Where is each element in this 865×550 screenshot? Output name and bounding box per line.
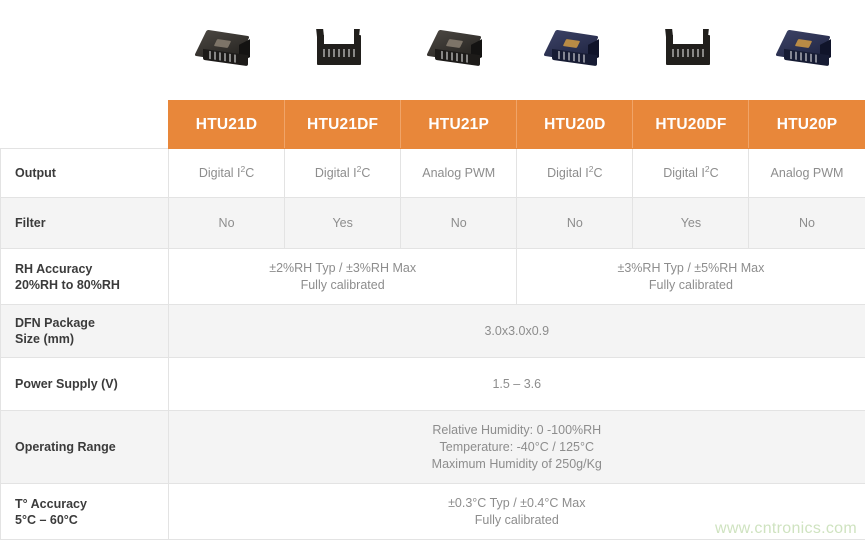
table-row-operating-range: Operating Range Relative Humidity: 0 -10…: [0, 410, 865, 484]
cell-text: Digital I2C: [198, 163, 255, 180]
cell-text: Analog PWM: [770, 165, 844, 180]
row-label-temperature-accuracy: T° Accuracy 5°C – 60°C: [0, 483, 169, 540]
table-row-filter: Filter No Yes No No Yes No: [0, 197, 865, 249]
product-image-htu20p: [749, 0, 865, 100]
column-header-htu20d: HTU20D: [516, 100, 634, 149]
column-header-htu21d: HTU21D: [167, 100, 286, 149]
cell-text: Analog PWM: [422, 165, 496, 180]
row-label-line1: T° Accuracy: [15, 496, 87, 511]
row-label-line2: 20%RH to 80%RH: [15, 277, 120, 292]
cell-output-htu20d: Digital I2C: [516, 148, 634, 198]
row-label-line1: DFN Package: [15, 316, 95, 330]
table-row-temperature-accuracy: T° Accuracy 5°C – 60°C ±0.3°C Typ / ±0.4…: [0, 483, 865, 540]
cell-rh-accuracy-htu21-group: ±2%RH Typ / ±3%RH Max Fully calibrated: [167, 248, 518, 305]
table-row-rh-accuracy: RH Accuracy 20%RH to 80%RH ±2%RH Typ / ±…: [0, 248, 865, 305]
cell-filter-htu21d: No: [167, 197, 286, 249]
sensor-package-filter-icon: [311, 25, 373, 75]
cell-output-htu20df: Digital I2C: [632, 148, 750, 198]
sensor-package-icon: [194, 25, 257, 75]
row-label-filter: Filter: [0, 197, 169, 249]
row-label-power-supply: Power Supply (V): [0, 357, 169, 411]
cell-dfn-package-all: 3.0x3.0x0.9: [168, 304, 865, 358]
row-label-line2: Size (mm): [15, 332, 75, 346]
cell-filter-htu20p: No: [748, 197, 865, 249]
cell-line2: Fully calibrated: [474, 512, 559, 527]
cell-text: Digital I2C: [314, 163, 371, 180]
row-label-output: Output: [0, 148, 169, 198]
specification-comparison-table: HTU21D HTU21DF HTU21P HTU20D HTU20DF HTU…: [0, 100, 865, 540]
header-row: HTU21D HTU21DF HTU21P HTU20D HTU20DF HTU…: [1, 100, 865, 149]
cell-line1: ±2%RH Typ / ±3%RH Max: [269, 260, 417, 275]
cell-line2: Fully calibrated: [648, 277, 733, 292]
cell-output-htu21p: Analog PWM: [400, 148, 518, 198]
cell-power-supply-all: 1.5 – 3.6: [168, 357, 865, 411]
column-header-htu21p: HTU21P: [400, 100, 518, 149]
product-image-htu20d: [517, 0, 633, 100]
row-label-line2: 5°C – 60°C: [15, 512, 78, 527]
cell-rh-accuracy-htu20-group: ±3%RH Typ / ±5%RH Max Fully calibrated: [516, 248, 865, 305]
table-header: HTU21D HTU21DF HTU21P HTU20D HTU20DF HTU…: [1, 100, 865, 149]
table-body: Output Digital I2C Digital I2C Analog PW…: [0, 148, 865, 540]
column-header-htu20p: HTU20P: [748, 100, 865, 149]
sensor-package-icon: [542, 25, 606, 75]
cell-output-htu21d: Digital I2C: [167, 148, 286, 198]
product-image-strip: [168, 0, 865, 100]
cell-text: Digital I2C: [547, 163, 603, 180]
table-row-power-supply: Power Supply (V) 1.5 – 3.6: [0, 357, 865, 411]
cell-line1: Relative Humidity: 0 -100%RH: [432, 422, 602, 437]
row-label-dfn-package: DFN Package Size (mm): [0, 304, 169, 358]
row-label-line1: RH Accuracy: [15, 261, 93, 276]
column-header-htu21df: HTU21DF: [284, 100, 402, 149]
product-image-htu21df: [284, 0, 400, 100]
cell-filter-htu20df: Yes: [632, 197, 750, 249]
cell-line1: ±3%RH Typ / ±5%RH Max: [617, 260, 765, 275]
header-corner-cell: [1, 101, 169, 149]
row-label-operating-range: Operating Range: [0, 410, 169, 484]
cell-filter-htu21p: No: [400, 197, 518, 249]
product-image-htu20df: [633, 0, 749, 100]
cell-line3: Maximum Humidity of 250g/Kg: [431, 456, 602, 471]
sensor-package-icon: [775, 25, 838, 75]
cell-output-htu21df: Digital I2C: [284, 148, 402, 198]
row-label-rh-accuracy: RH Accuracy 20%RH to 80%RH: [0, 248, 169, 305]
cell-line1: ±0.3°C Typ / ±0.4°C Max: [448, 495, 586, 510]
column-header-htu20df: HTU20DF: [632, 100, 750, 149]
table-row-dfn-package: DFN Package Size (mm) 3.0x3.0x0.9: [0, 304, 865, 358]
cell-temperature-accuracy-all: ±0.3°C Typ / ±0.4°C Max Fully calibrated: [168, 483, 865, 540]
cell-line2: Temperature: -40°C / 125°C: [439, 439, 595, 454]
cell-operating-range-all: Relative Humidity: 0 -100%RH Temperature…: [168, 410, 865, 484]
table-row-output: Output Digital I2C Digital I2C Analog PW…: [0, 148, 865, 198]
cell-text: Digital I2C: [663, 163, 719, 180]
product-image-htu21d: [168, 0, 284, 100]
sensor-package-filter-icon: [660, 25, 722, 75]
comparison-table-page: HTU21D HTU21DF HTU21P HTU20D HTU20DF HTU…: [0, 0, 865, 550]
sensor-package-icon: [426, 25, 489, 75]
cell-filter-htu20d: No: [516, 197, 634, 249]
cell-filter-htu21df: Yes: [284, 197, 402, 249]
cell-output-htu20p: Analog PWM: [748, 148, 865, 198]
product-image-htu21p: [400, 0, 516, 100]
cell-line2: Fully calibrated: [300, 277, 385, 292]
